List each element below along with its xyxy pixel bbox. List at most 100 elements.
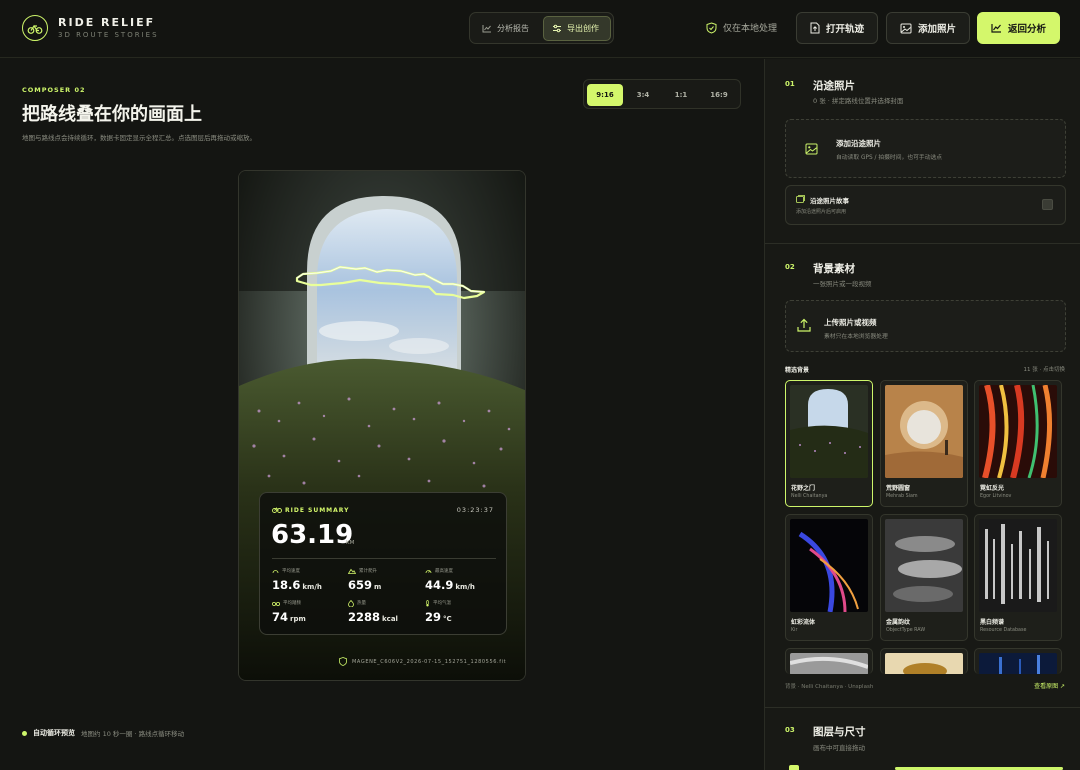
thumb-image (790, 653, 868, 674)
local-processing-badge: 仅在本地处理 (706, 21, 777, 34)
photo-story-option[interactable]: 沿途照片故事 添加沿途照片后可启用 (785, 185, 1066, 225)
tab-export-create-label: 导出创作 (567, 24, 599, 33)
thumb-image (790, 385, 868, 478)
shield-check-icon (339, 657, 347, 666)
line-chart-icon (482, 25, 491, 33)
canvas-preview[interactable]: RIDE SUMMARY 03:23:37 63.19 KM 平均速度 18.6… (238, 170, 526, 681)
ratio-16-9-button[interactable]: 16:9 (701, 84, 737, 106)
open-track-button[interactable]: 打开轨迹 (796, 12, 878, 44)
stat-avg-temperature: 平均气温 29 °C (425, 599, 497, 624)
tab-analysis-report-label: 分析报告 (497, 24, 529, 33)
section-title-background: 背景素材 (813, 263, 855, 275)
ratio-9-16-button[interactable]: 9:16 (587, 84, 623, 106)
section-title-photos: 沿途照片 (813, 80, 855, 92)
stat-label: 热量 (357, 601, 366, 606)
add-photo-button[interactable]: 添加照片 (886, 12, 970, 44)
stat-label: 平均速度 (282, 569, 300, 574)
tab-export-create[interactable]: 导出创作 (543, 16, 611, 41)
photo-stack-icon (796, 195, 805, 203)
aspect-ratio-switch: 9:16 3:4 1:1 16:9 (583, 79, 741, 109)
stat-value: 659 (348, 578, 373, 592)
ride-duration: 03:23:37 (456, 506, 494, 514)
section-subtitle: 一张照片或一段视频 (813, 280, 872, 288)
back-to-analysis-label: 返回分析 (1007, 24, 1046, 35)
background-thumb-7[interactable] (785, 648, 873, 674)
thumb-title: 荒野圆窗 (886, 485, 911, 492)
section-subtitle: 0 张 · 拼定路线位置并选择封面 (813, 97, 904, 105)
upload-icon (797, 318, 811, 332)
photo-story-toggle[interactable] (1042, 199, 1053, 210)
bike-icon (272, 601, 280, 606)
photo-story-subtitle: 添加沿途照片后可启用 (796, 209, 847, 215)
flame-icon (348, 599, 354, 607)
thumb-image (885, 519, 963, 612)
background-thumb-1[interactable]: 花野之门 Nelli Chaitanya (785, 380, 873, 507)
featured-count: 11 张 · 点击切换 (1023, 367, 1066, 373)
ride-summary-text: RIDE SUMMARY (285, 507, 350, 514)
background-thumb-8[interactable] (880, 648, 968, 674)
stat-label: 平均气温 (433, 601, 451, 606)
photo-story-title: 沿途照片故事 (810, 197, 849, 205)
thermometer-icon (426, 599, 429, 606)
stat-calories: 热量 2288 kcal (348, 599, 420, 624)
ride-summary-card[interactable]: RIDE SUMMARY 03:23:37 63.19 KM 平均速度 18.6… (259, 492, 507, 635)
thumb-image (885, 653, 963, 674)
tab-analysis-report[interactable]: 分析报告 (474, 16, 542, 41)
brand-subtitle: 3D ROUTE STORIES (58, 31, 159, 39)
background-thumb-9[interactable] (974, 648, 1062, 674)
file-upload-icon (810, 22, 820, 34)
stat-label: 累计爬升 (359, 569, 377, 574)
total-distance: 63.19 (271, 520, 354, 550)
thumb-credit: ObjectType RAW (886, 628, 926, 633)
open-track-label: 打开轨迹 (825, 24, 864, 35)
thumb-title: 霓虹反光 (980, 485, 1005, 492)
upload-media-title: 上传照片或视频 (824, 318, 877, 327)
thumb-image (979, 519, 1057, 612)
divider (272, 558, 496, 559)
upload-media-dropzone[interactable]: 上传照片或视频 素材只在本地浏览器处理 (785, 300, 1066, 352)
view-original-link[interactable]: 查看原图 ↗ (1034, 681, 1065, 690)
thumb-image (885, 385, 963, 478)
gauge-icon (425, 570, 432, 574)
add-route-photo-subtitle: 自动读取 GPS / 拍摄时间，也可手动选点 (836, 155, 943, 161)
background-thumb-4[interactable]: 虹彩流体 Kir (785, 514, 873, 641)
thumb-image (979, 385, 1057, 478)
background-thumb-6[interactable]: 黑白频谱 Resource Database (974, 514, 1062, 641)
ratio-3-4-button[interactable]: 3:4 (625, 84, 661, 106)
divider (765, 707, 1080, 708)
thumb-title: 花野之门 (791, 485, 816, 492)
add-route-photo-dropzone[interactable]: 添加沿途照片 自动读取 GPS / 拍摄时间，也可手动选点 (785, 119, 1066, 178)
upload-media-subtitle: 素材只在本地浏览器处理 (824, 334, 888, 340)
auto-loop-preview: 自动循环预览 地图约 10 秒一圈 · 路线点循环移动 (22, 728, 184, 738)
featured-backgrounds-label: 精选背景 (785, 367, 810, 374)
stat-value: 44.9 (425, 578, 454, 592)
stat-unit: km/h (455, 583, 475, 591)
stat-value: 18.6 (272, 578, 301, 592)
thumb-credit: Nelli Chaitanya (791, 494, 828, 499)
bike-logo-icon (22, 15, 48, 41)
composer-kicker: COMPOSER 02 (22, 86, 86, 94)
source-file-label: MAGENE_C606V2_2026-07-15_152751_1280556.… (339, 657, 506, 666)
background-thumb-3[interactable]: 霓虹反光 Egor Litvinov (974, 380, 1062, 507)
background-credit: 背景 · Nelli Chaitanya · Unsplash (785, 684, 874, 690)
bike-icon (272, 507, 282, 513)
background-thumb-5[interactable]: 金属韵纹 ObjectType RAW (880, 514, 968, 641)
line-chart-icon (991, 24, 1001, 33)
local-processing-label: 仅在本地处理 (723, 24, 778, 34)
add-photo-label: 添加照片 (917, 24, 956, 35)
ratio-1-1-button[interactable]: 1:1 (663, 84, 699, 106)
background-thumb-2[interactable]: 荒野圆窗 Mehrab Siam (880, 380, 968, 507)
section-subtitle: 画布中可直接拖动 (813, 744, 865, 752)
add-route-photo-title: 添加沿途照片 (836, 139, 881, 148)
stat-max-speed: 最高速度 44.9 km/h (425, 567, 497, 592)
stat-unit: kcal (382, 615, 398, 623)
stat-unit: rpm (290, 615, 306, 623)
auto-loop-label: 自动循环预览 (33, 729, 75, 737)
view-switch: 分析报告 导出创作 (469, 12, 614, 44)
thumb-title: 金属韵纹 (886, 619, 911, 626)
settings-panel[interactable]: 01 沿途照片 0 张 · 拼定路线位置并选择封面 添加沿途照片 自动读取 GP… (764, 59, 1080, 770)
layer-checkbox[interactable] (789, 765, 799, 770)
distance-unit: KM (346, 540, 355, 546)
back-to-analysis-button[interactable]: 返回分析 (977, 12, 1060, 44)
thumb-credit: Kir (791, 628, 798, 633)
